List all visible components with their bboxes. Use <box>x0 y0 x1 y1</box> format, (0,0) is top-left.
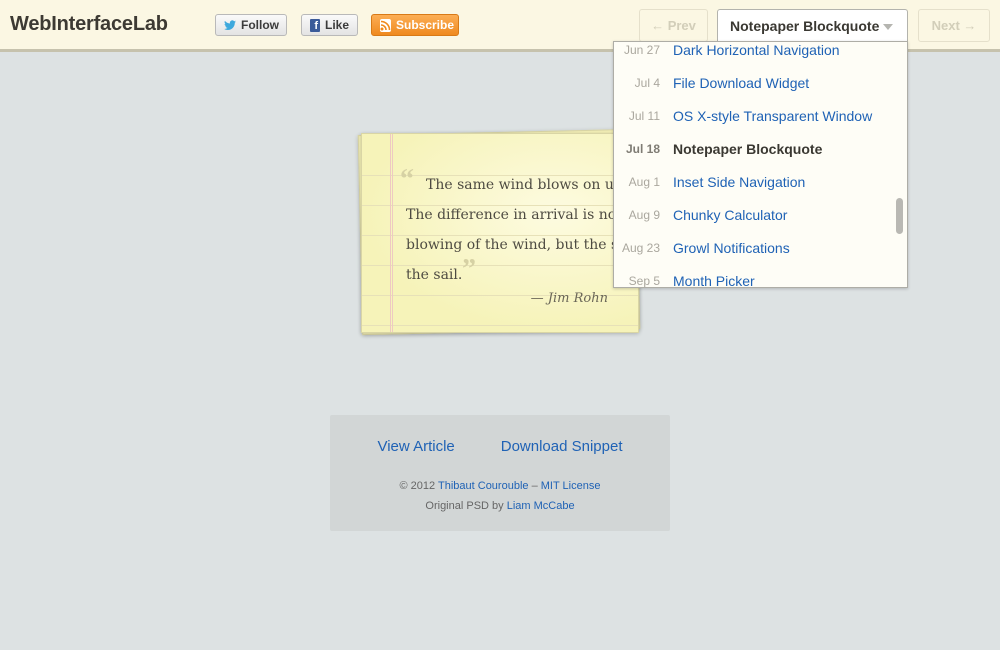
rss-subscribe-button[interactable]: Subscribe <box>371 14 459 36</box>
dropdown-item[interactable]: Aug 23 Growl Notifications <box>614 231 894 264</box>
dropdown-item-date: Aug 9 <box>628 207 660 222</box>
quote-text: The same wind blows on us all. The diffe… <box>406 170 651 290</box>
close-quote-icon: ” <box>462 254 476 285</box>
license-link[interactable]: MIT License <box>541 480 601 492</box>
like-label: Like <box>324 18 349 32</box>
dropdown-item-title: OS X-style Transparent Window <box>673 107 873 124</box>
demo-dropdown-menu[interactable]: Jun 27 Dark Horizontal Navigation Jul 4 Fil… <box>613 41 908 288</box>
dropdown-item[interactable]: Jul 18 Notepaper Blockquote <box>614 132 894 165</box>
author-link[interactable]: Thibaut Courouble <box>438 480 529 492</box>
dropdown-item-date: Aug 23 <box>621 240 660 255</box>
view-article-link[interactable]: View Article <box>377 438 454 455</box>
quote-line: The same wind blows on us all. <box>426 177 648 193</box>
dropdown-item[interactable]: Aug 9 Chunky Calculator <box>614 198 894 231</box>
dropdown-item-title: Dark Horizontal Navigation <box>673 41 840 58</box>
psd-author-link[interactable]: Liam McCabe <box>507 500 575 512</box>
site-logo[interactable]: WebInterfaceLab <box>10 13 168 36</box>
quote-line: the sail. <box>406 267 463 283</box>
dropdown-item[interactable]: Sep 5 Month Picker <box>614 264 894 288</box>
dropdown-item-date: Jul 11 <box>628 108 660 123</box>
chevron-down-icon <box>883 24 893 30</box>
separator: – <box>531 480 538 492</box>
copyright-text: © 2012 <box>399 480 436 492</box>
demo-footer: View Article Download Snippet © 2012 Thi… <box>330 415 670 531</box>
dropdown-item-title: File Download Widget <box>673 74 810 91</box>
rss-icon <box>380 18 391 32</box>
demo-selector-label: Notepaper Blockquote <box>730 18 880 34</box>
dropdown-item[interactable]: Jun 27 Dark Horizontal Navigation <box>614 41 894 66</box>
twitter-icon <box>224 19 236 31</box>
dropdown-item-title: Growl Notifications <box>673 239 790 256</box>
dropdown-item-date: Jun 27 <box>623 42 660 57</box>
subscribe-label: Subscribe <box>396 18 455 32</box>
dropdown-item-title: Notepaper Blockquote <box>673 140 823 157</box>
demo-selector[interactable]: Notepaper Blockquote <box>717 9 908 42</box>
quote-line: blowing of the wind, but the set of <box>406 237 651 253</box>
quote-author: — Jim Rohn <box>530 291 608 306</box>
facebook-like-button[interactable]: f Like <box>301 14 358 36</box>
next-button[interactable]: Next → <box>918 9 990 42</box>
dropdown-item[interactable]: Aug 1 Inset Side Navigation <box>614 165 894 198</box>
download-snippet-link[interactable]: Download Snippet <box>501 438 623 455</box>
dropdown-item[interactable]: Jul 11 OS X-style Transparent Window <box>614 99 894 132</box>
dropdown-item-title: Inset Side Navigation <box>673 173 806 190</box>
dropdown-item-title: Month Picker <box>673 272 755 288</box>
dropdown-scrollbar[interactable] <box>896 198 903 234</box>
facebook-icon: f <box>310 18 320 32</box>
copyright-line: © 2012 Thibaut Courouble – MIT License <box>330 480 670 492</box>
follow-label: Follow <box>241 18 279 32</box>
dropdown-item-date: Jul 4 <box>634 75 660 90</box>
dropdown-item-date: Sep 5 <box>628 273 660 288</box>
quote-line: The difference in arrival is not the <box>406 207 650 223</box>
psd-credit-line: Original PSD by Liam McCabe <box>330 500 670 512</box>
notepaper-blockquote: “ The same wind blows on us all. The dif… <box>361 133 650 333</box>
twitter-follow-button[interactable]: Follow <box>215 14 287 36</box>
dropdown-item-date: Aug 1 <box>628 174 660 189</box>
dropdown-item[interactable]: Jul 4 File Download Widget <box>614 66 894 99</box>
dropdown-list: Jun 27 Dark Horizontal Navigation Jul 4 Fil… <box>614 41 894 288</box>
notepaper-margin-line <box>390 134 393 332</box>
prev-button[interactable]: ← Prev <box>639 9 708 42</box>
dropdown-item-title: Chunky Calculator <box>673 206 788 223</box>
dropdown-item-date: Jul 18 <box>625 141 660 156</box>
psd-prefix: Original PSD by <box>425 500 504 512</box>
